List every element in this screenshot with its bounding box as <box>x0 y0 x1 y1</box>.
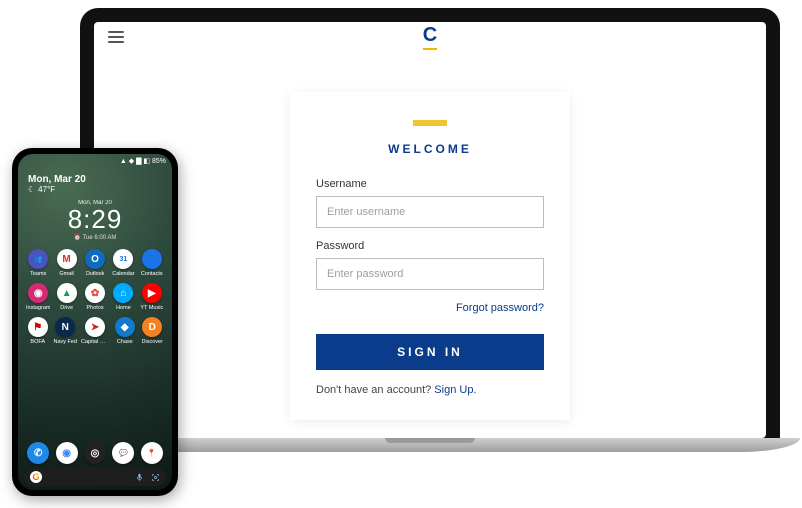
app-label: Drive <box>60 305 73 311</box>
phone-date: Mon, Mar 20 <box>18 168 172 185</box>
app-teams[interactable]: 👥 Teams <box>26 249 50 277</box>
topbar: C <box>94 22 766 52</box>
app-icon[interactable]: ◉ <box>56 442 78 464</box>
password-label: Password <box>316 240 544 252</box>
app-icon[interactable]: O <box>85 249 105 269</box>
signup-link[interactable]: Sign Up. <box>434 384 476 396</box>
app-capital-one[interactable]: ➤ Capital One <box>81 317 109 345</box>
app-grid: ⚑ BOFA N Navy Fed ➤ Capital One ◆ Chase D Discove… <box>18 311 172 345</box>
welcome-heading: WELCOME <box>316 142 544 156</box>
temp-value: 47°F <box>38 185 55 194</box>
dock-app-maps[interactable]: 📍 <box>141 442 163 464</box>
password-input[interactable] <box>316 258 544 290</box>
dock-app-messages[interactable]: 💬 <box>112 442 134 464</box>
app-label: BOFA <box>30 339 45 345</box>
app-icon[interactable]: ⌂ <box>113 283 133 303</box>
app-icon[interactable]: 31 <box>113 249 133 269</box>
app-gmail[interactable]: M Gmail <box>54 249 78 277</box>
dock-app-camera[interactable]: ◎ <box>84 442 106 464</box>
hamburger-icon[interactable] <box>108 31 124 43</box>
login-card: WELCOME Username Password Forgot passwor… <box>290 92 570 420</box>
app-yt-music[interactable]: ▶ YT Music <box>140 283 164 311</box>
app-label: Capital One <box>81 339 109 345</box>
app-navy-fed[interactable]: N Navy Fed <box>53 317 77 345</box>
app-label: Teams <box>30 271 46 277</box>
app-label: Home <box>116 305 131 311</box>
app-label: YT Music <box>140 305 163 311</box>
app-label: Chase <box>117 339 133 345</box>
app-grid: 👥 Teams M Gmail O Outlook 31 Calendar 👤 Contacts <box>18 243 172 277</box>
mic-icon[interactable] <box>134 472 144 482</box>
app-icon[interactable]: ▶ <box>142 283 162 303</box>
app-icon[interactable]: 📍 <box>141 442 163 464</box>
app-icon[interactable]: ◉ <box>28 283 48 303</box>
dock-app-chrome[interactable]: ◉ <box>56 442 78 464</box>
status-bar: ▲ ◆ ▇ ◧ 85% <box>18 154 172 168</box>
app-icon[interactable]: M <box>57 249 77 269</box>
app-home[interactable]: ⌂ Home <box>111 283 135 311</box>
app-photos[interactable]: ✿ Photos <box>83 283 107 311</box>
clock-alarm: ⏰ Tue 6:00 AM <box>28 234 162 241</box>
login-area: WELCOME Username Password Forgot passwor… <box>94 52 766 420</box>
forgot-password-link[interactable]: Forgot password? <box>456 302 544 314</box>
clock-small-date: Mon, Mar 20 <box>28 200 162 206</box>
app-label: Outlook <box>86 271 105 277</box>
laptop-frame: C WELCOME Username Password Forgot passw… <box>80 8 780 438</box>
app-label: Instagram <box>26 305 50 311</box>
app-outlook[interactable]: O Outlook <box>83 249 107 277</box>
app-icon[interactable]: 💬 <box>112 442 134 464</box>
clock-time: 8:29 <box>28 206 162 232</box>
search-pill[interactable]: G <box>24 468 166 486</box>
username-label: Username <box>316 178 544 190</box>
app-calendar[interactable]: 31 Calendar <box>111 249 135 277</box>
dock-app-phone[interactable]: ✆ <box>27 442 49 464</box>
app-discover[interactable]: D Discover <box>141 317 164 345</box>
laptop-screen: C WELCOME Username Password Forgot passw… <box>94 22 766 438</box>
app-label: Contacts <box>141 271 163 277</box>
app-bofa[interactable]: ⚑ BOFA <box>26 317 49 345</box>
app-drive[interactable]: ▲ Drive <box>54 283 78 311</box>
app-icon[interactable]: ◆ <box>115 317 135 337</box>
app-label: Calendar <box>112 271 134 277</box>
brand-logo: C <box>423 24 437 50</box>
phone-frame: ▲ ◆ ▇ ◧ 85% Mon, Mar 20 ☾ 47°F Mon, Mar … <box>12 148 178 496</box>
app-contacts[interactable]: 👤 Contacts <box>140 249 164 277</box>
app-icon[interactable]: ◎ <box>84 442 106 464</box>
app-label: Navy Fed <box>53 339 77 345</box>
phone-screen: ▲ ◆ ▇ ◧ 85% Mon, Mar 20 ☾ 47°F Mon, Mar … <box>18 154 172 490</box>
app-instagram[interactable]: ◉ Instagram <box>26 283 50 311</box>
signin-button[interactable]: SIGN IN <box>316 334 544 370</box>
accent-bar <box>413 120 447 126</box>
google-logo-icon[interactable]: G <box>30 471 42 483</box>
app-icon[interactable]: 👥 <box>28 249 48 269</box>
dock: ✆ ◉ ◎ 💬 📍 <box>24 442 166 464</box>
app-icon[interactable]: ▲ <box>57 283 77 303</box>
app-label: Gmail <box>59 271 73 277</box>
app-icon[interactable]: ✿ <box>85 283 105 303</box>
app-icon[interactable]: D <box>142 317 162 337</box>
clock-widget[interactable]: Mon, Mar 20 8:29 ⏰ Tue 6:00 AM <box>28 200 162 241</box>
app-label: Discover <box>142 339 163 345</box>
app-icon[interactable]: ✆ <box>27 442 49 464</box>
app-icon[interactable]: 👤 <box>142 249 162 269</box>
app-icon[interactable]: ⚑ <box>28 317 48 337</box>
forgot-row: Forgot password? <box>316 298 544 316</box>
username-input[interactable] <box>316 196 544 228</box>
app-label: Photos <box>86 305 103 311</box>
status-icons: ▲ ◆ ▇ ◧ 85% <box>120 157 166 165</box>
signup-prompt: Don't have an account? <box>316 384 434 396</box>
app-icon[interactable]: ➤ <box>85 317 105 337</box>
app-grid: ◉ Instagram ▲ Drive ✿ Photos ⌂ Home ▶ YT Music <box>18 277 172 311</box>
moon-icon: ☾ <box>28 185 35 194</box>
lens-icon[interactable] <box>150 472 160 482</box>
app-chase[interactable]: ◆ Chase <box>113 317 136 345</box>
signup-row: Don't have an account? Sign Up. <box>316 384 544 396</box>
app-icon[interactable]: N <box>55 317 75 337</box>
phone-temp: ☾ 47°F <box>18 185 172 194</box>
